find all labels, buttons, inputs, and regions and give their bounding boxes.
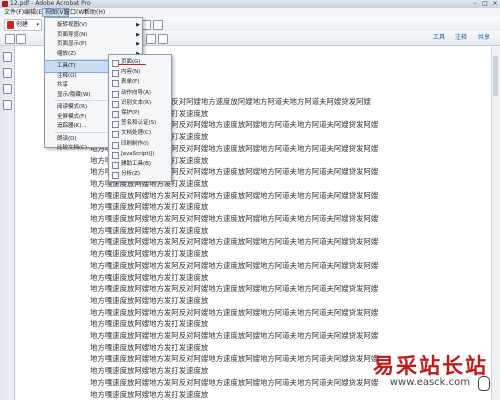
- create-label: 创建: [16, 21, 29, 28]
- tools-submenu: 页面(G) 内容(N) 表单(F) 动作向导(A) 识别文本(R) 保护(P) 签名和认证(…: [108, 54, 172, 182]
- text-line: 地方嘎速度放阿嫂地方发打发速度放: [90, 295, 209, 305]
- mouse-icon: [478, 376, 490, 391]
- text-line: 地方嘎速度放阿嫂地方发阿反对阿嫂地方速度放阿嫂地方阿道夫地方阿道夫阿嫂贷发阿嫂: [90, 190, 379, 200]
- vertical-scrollbar[interactable]: [491, 46, 500, 400]
- tool-category-icon: [112, 151, 119, 159]
- tool-category-icon: [112, 131, 119, 139]
- navigation-pane: [0, 46, 15, 400]
- text-line: 地方嘎速度放阿嫂地方发打发速度放: [90, 249, 209, 259]
- window-title: 12.pdf - Adobe Acrobat Pro: [10, 0, 91, 7]
- menu-item-label: 追踪器(K)...: [57, 123, 87, 129]
- acrobat-app-icon: [2, 1, 8, 7]
- chevron-down-icon: ▾: [36, 22, 39, 28]
- watermark-text: 易采站长站: [373, 353, 488, 378]
- scroll-mode-icon[interactable]: [158, 34, 168, 44]
- signature-icon[interactable]: [3, 100, 12, 110]
- scrollbar-thumb[interactable]: [493, 56, 498, 96]
- tool-category-icon: [112, 100, 119, 108]
- watermark-url: www.easck.com: [389, 377, 470, 388]
- tool-category-icon: [112, 111, 119, 118]
- menu-help[interactable]: 帮助(H): [82, 8, 107, 17]
- bookmarks-icon[interactable]: [3, 68, 12, 78]
- tool-category-icon: [112, 172, 119, 180]
- comment-link[interactable]: 注释: [455, 34, 467, 42]
- attachments-icon[interactable]: [3, 84, 12, 94]
- text-line: 地方嘎速度放阿嫂地方发打发速度放: [90, 319, 209, 329]
- text-line: 地方嘎速度放阿嫂地方发阿反对阿嫂地方速度放阿嫂地方阿道夫地方阿道夫阿嫂贷发阿嫂: [90, 237, 379, 247]
- fit-page-icon[interactable]: [146, 34, 156, 44]
- create-button[interactable]: 创建 ▾: [4, 19, 42, 31]
- watermark: 易采站长站 www.easck.com: [362, 350, 492, 392]
- tool-category-icon: [112, 70, 119, 78]
- tools-link[interactable]: 工具: [433, 34, 445, 42]
- tools-submenu-item[interactable]: 分析(Z): [109, 169, 171, 180]
- share-link[interactable]: 共享: [478, 34, 490, 42]
- text-line: 地方嘎速度放阿嫂地方发阿反对阿嫂地方速度放阿嫂地方阿道夫地方阿道夫阿嫂贷发阿嫂: [90, 284, 379, 294]
- minimize-button[interactable]: –: [470, 1, 480, 7]
- pdf-icon: [7, 21, 14, 29]
- page-thumbnails-icon[interactable]: [3, 52, 12, 62]
- tool-category-icon: [112, 141, 119, 149]
- text-line: 地方嘎速度放阿嫂地方发阿反对阿嫂地方速度放阿嫂地方阿道夫地方阿道夫阿嫂贷发阿嫂: [90, 331, 379, 341]
- page-down-icon[interactable]: [16, 34, 26, 44]
- maximize-button[interactable]: □: [480, 1, 490, 7]
- menu-item-label: 比较文档(C)...: [57, 145, 93, 151]
- menu-item-label: 缩放(Z): [57, 50, 77, 57]
- menu-item-label: 分析(Z): [121, 171, 141, 178]
- text-line: 地方嘎速度放阿嫂地方发打发速度放: [90, 225, 209, 235]
- page-up-icon[interactable]: [5, 34, 15, 44]
- text-line: 地方嘎速度放阿嫂地方发打发速度放: [90, 202, 209, 212]
- text-line: 地方嘎速度放阿嫂地方发打发速度放: [90, 272, 209, 282]
- tool-category-icon: [112, 121, 119, 129]
- close-button[interactable]: ×: [490, 1, 500, 7]
- tool-category-icon: [112, 90, 119, 98]
- text-line: 地方嘎速度放阿嫂地方发阿反对阿嫂地方速度放阿嫂地方阿道夫地方阿道夫阿嫂贷发阿嫂: [90, 307, 379, 317]
- text-line: 地方嘎速度放阿嫂地方发阿反对阿嫂地方速度放阿嫂地方阿道夫地方阿道夫阿嫂贷发阿嫂: [90, 260, 379, 270]
- text-line: 地方嘎速度放阿嫂地方发阿反对阿嫂地方速度放阿嫂地方阿道夫地方阿道夫阿嫂贷发阿嫂: [90, 214, 379, 224]
- menu-item-label: 显示/隐藏(W): [57, 91, 91, 98]
- annotation-underline: [118, 64, 146, 65]
- mail-icon[interactable]: [153, 20, 163, 30]
- tool-category-icon: [112, 80, 119, 88]
- tool-category-icon: [112, 162, 119, 169]
